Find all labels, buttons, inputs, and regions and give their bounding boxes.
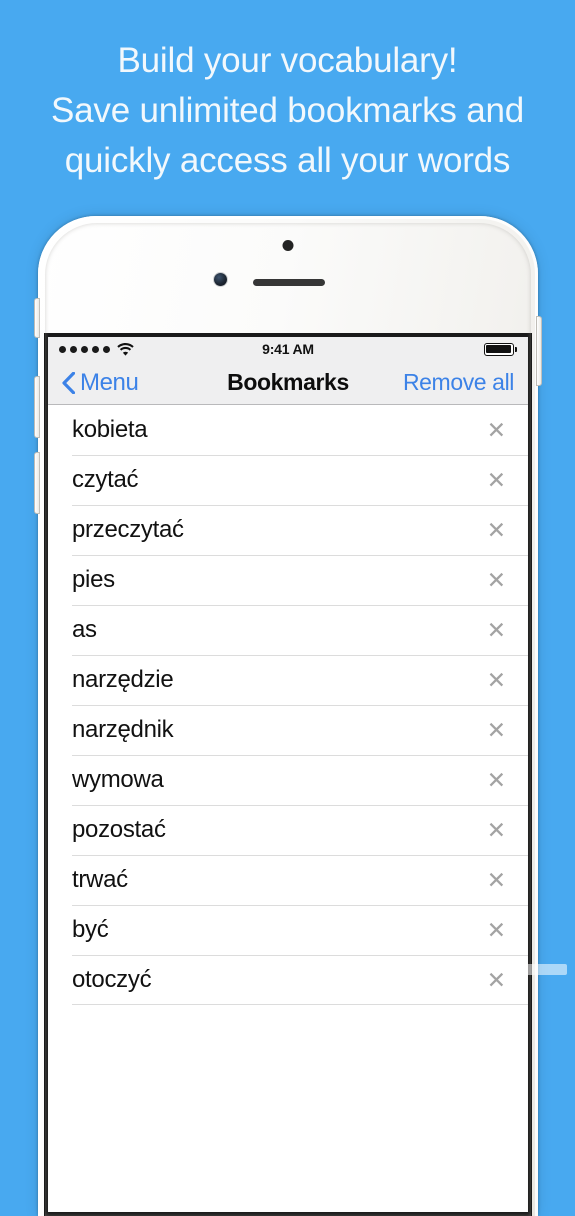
- bookmark-row[interactable]: pozostać ✕: [48, 805, 528, 855]
- back-to-menu-button[interactable]: Menu: [62, 369, 138, 397]
- bookmark-word: kobieta: [72, 416, 147, 444]
- cellular-signal-icon: [59, 346, 110, 353]
- close-x-icon[interactable]: ✕: [487, 569, 506, 592]
- bookmark-word: narzędzie: [72, 666, 173, 694]
- bookmark-row[interactable]: narzędnik ✕: [48, 705, 528, 755]
- proximity-sensor-icon: [283, 240, 294, 251]
- bookmark-row[interactable]: przeczytać ✕: [48, 505, 528, 555]
- battery-icon: [484, 343, 518, 356]
- chevron-left-icon: [62, 372, 75, 394]
- phone-screen: 9:41 AM Menu Bookmarks Remove all kobiet…: [44, 333, 532, 1216]
- close-x-icon[interactable]: ✕: [487, 919, 506, 942]
- bookmark-row[interactable]: as ✕: [48, 605, 528, 655]
- bookmark-word: otoczyć: [72, 966, 151, 994]
- close-x-icon[interactable]: ✕: [487, 769, 506, 792]
- close-x-icon[interactable]: ✕: [487, 819, 506, 842]
- signal-dot: [103, 346, 110, 353]
- bookmark-word: czytać: [72, 466, 138, 494]
- silent-switch-button[interactable]: [34, 298, 40, 338]
- signal-dot: [92, 346, 99, 353]
- volume-up-button[interactable]: [34, 376, 40, 438]
- status-bar: 9:41 AM: [48, 337, 528, 361]
- signal-dot: [59, 346, 66, 353]
- bookmark-word: przeczytać: [72, 516, 184, 544]
- bookmark-row[interactable]: otoczyć ✕: [48, 955, 528, 1005]
- bookmark-row[interactable]: kobieta ✕: [48, 405, 528, 455]
- wifi-icon: [117, 343, 134, 356]
- bookmark-word: wymowa: [72, 766, 164, 794]
- bookmark-row[interactable]: czytać ✕: [48, 455, 528, 505]
- battery-fill: [486, 345, 511, 353]
- promo-line-2: Save unlimited bookmarks and: [0, 86, 575, 136]
- bookmark-word: trwać: [72, 866, 128, 894]
- close-x-icon[interactable]: ✕: [487, 519, 506, 542]
- back-button-label: Menu: [80, 369, 138, 397]
- bookmark-row[interactable]: pies ✕: [48, 555, 528, 605]
- bookmark-word: być: [72, 916, 108, 944]
- bookmark-word: narzędnik: [72, 716, 173, 744]
- iphone-device-mockup: 9:41 AM Menu Bookmarks Remove all kobiet…: [38, 216, 538, 1216]
- close-x-icon[interactable]: ✕: [487, 469, 506, 492]
- front-camera-icon: [214, 273, 227, 286]
- bookmark-row[interactable]: narzędzie ✕: [48, 655, 528, 705]
- bookmark-word: pozostać: [72, 816, 166, 844]
- signal-dot: [81, 346, 88, 353]
- promo-line-1: Build your vocabulary!: [0, 36, 575, 86]
- bookmark-row[interactable]: być ✕: [48, 905, 528, 955]
- close-x-icon[interactable]: ✕: [487, 969, 506, 992]
- bookmark-row[interactable]: wymowa ✕: [48, 755, 528, 805]
- close-x-icon[interactable]: ✕: [487, 669, 506, 692]
- bookmark-row[interactable]: trwać ✕: [48, 855, 528, 905]
- power-button[interactable]: [536, 316, 542, 386]
- signal-dot: [70, 346, 77, 353]
- earpiece-speaker-icon: [253, 279, 325, 286]
- bookmark-word: as: [72, 616, 97, 644]
- remove-all-button[interactable]: Remove all: [403, 369, 514, 396]
- promo-line-3: quickly access all your words: [0, 136, 575, 186]
- promo-headline: Build your vocabulary! Save unlimited bo…: [0, 36, 575, 186]
- bookmark-word: pies: [72, 566, 115, 594]
- navigation-bar: Menu Bookmarks Remove all: [48, 361, 528, 405]
- close-x-icon[interactable]: ✕: [487, 719, 506, 742]
- close-x-icon[interactable]: ✕: [487, 869, 506, 892]
- volume-down-button[interactable]: [34, 452, 40, 514]
- close-x-icon[interactable]: ✕: [487, 619, 506, 642]
- bookmarks-list: kobieta ✕ czytać ✕ przeczytać ✕ pies ✕ a…: [48, 405, 528, 1005]
- battery-cap: [515, 347, 517, 352]
- close-x-icon[interactable]: ✕: [487, 419, 506, 442]
